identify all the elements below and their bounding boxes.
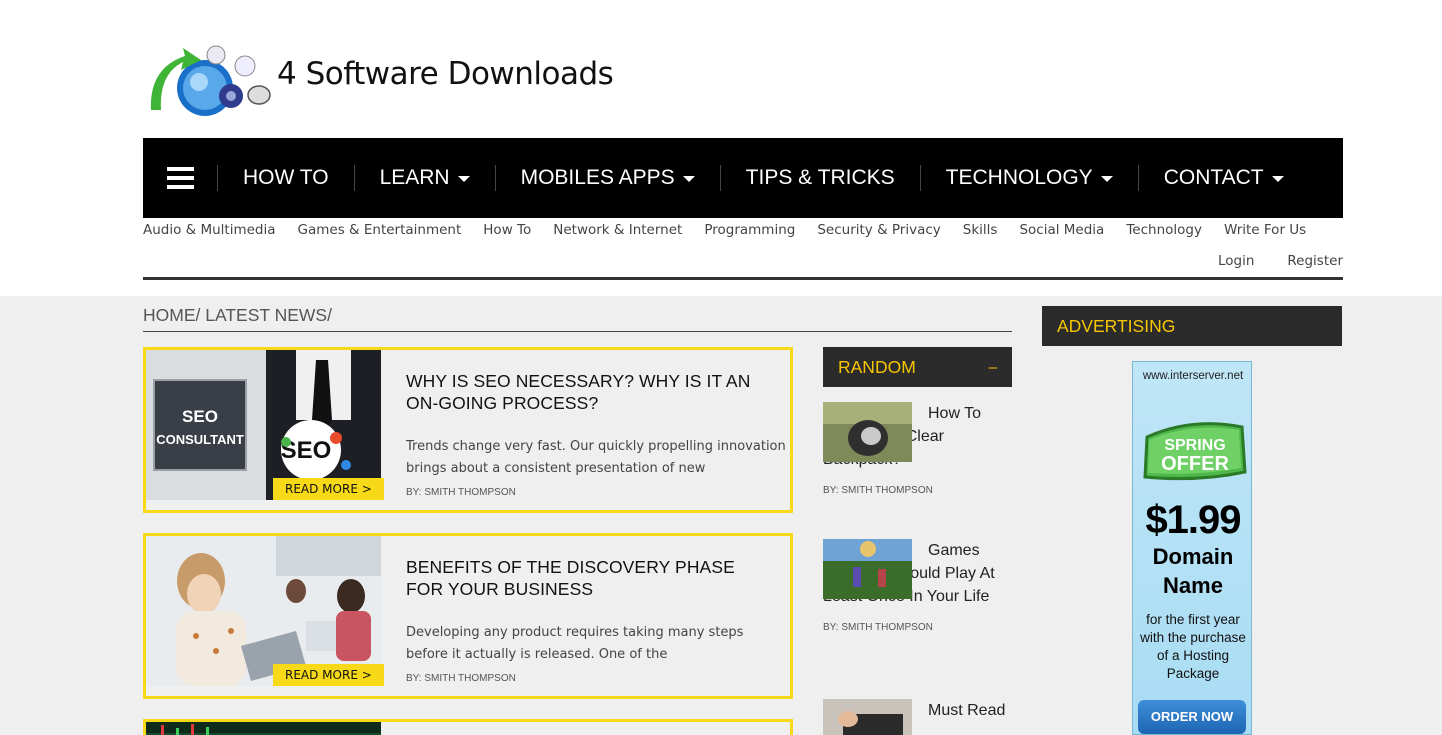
header-divider (143, 277, 1343, 280)
category-link[interactable]: Write For Us (1224, 222, 1306, 238)
thumb-text: CONSULTANT (156, 432, 244, 447)
category-link[interactable]: Audio & Multimedia (143, 222, 276, 238)
spring-offer-badge: SPRING OFFER (1143, 422, 1247, 481)
category-link[interactable]: Network & Internet (553, 222, 682, 238)
breadcrumb-divider (143, 331, 1012, 332)
category-link[interactable]: Skills (963, 222, 998, 238)
category-link[interactable]: Social Media (1019, 222, 1104, 238)
nav-contact[interactable]: CONTACT (1139, 165, 1309, 191)
collapse-toggle-button[interactable]: – (989, 359, 997, 376)
order-now-button[interactable]: ORDER NOW (1138, 700, 1246, 734)
random-item-thumbnail[interactable] (823, 699, 912, 735)
badge-text: OFFER (1161, 453, 1229, 475)
category-link[interactable]: How To (483, 222, 531, 238)
article-byline[interactable]: BY: SMITH THOMPSON (406, 487, 516, 498)
register-link[interactable]: Register (1287, 253, 1343, 269)
category-link[interactable]: Programming (704, 222, 795, 238)
article-thumbnail[interactable] (146, 722, 381, 735)
menu-icon (166, 167, 194, 189)
category-bar: Audio & Multimedia Games & Entertainment… (143, 222, 1328, 238)
random-item-byline[interactable]: BY: SMITH THOMPSON (823, 622, 1012, 633)
nav-how-to[interactable]: HOW TO (218, 165, 355, 191)
main-nav: HOW TO LEARN MOBILES APPS TIPS & TRICKS … (143, 138, 1343, 218)
login-link[interactable]: Login (1218, 253, 1254, 269)
article-byline[interactable]: BY: SMITH THOMPSON (406, 673, 516, 684)
category-link[interactable]: Games & Entertainment (298, 222, 462, 238)
random-item-byline[interactable]: BY: SMITH THOMPSON (823, 485, 1012, 496)
random-heading: RANDOM (838, 357, 916, 377)
nav-learn[interactable]: LEARN (355, 165, 496, 191)
article-title[interactable]: WHY IS SEO NECESSARY? WHY IS IT AN ON-GO… (406, 370, 776, 414)
article-excerpt: Developing any product requires taking m… (406, 625, 744, 662)
random-widget-header: RANDOM – (823, 347, 1012, 387)
advertising-heading: ADVERTISING (1057, 316, 1176, 336)
hamburger-menu-button[interactable] (143, 165, 218, 191)
nav-tips-tricks[interactable]: TIPS & TRICKS (721, 165, 921, 191)
random-item-thumbnail[interactable] (823, 539, 912, 599)
ad-url: www.interserver.net (1142, 370, 1244, 382)
caret-down-icon (1100, 176, 1113, 182)
article-card[interactable] (143, 719, 793, 735)
article-card[interactable]: READ MORE > BENEFITS OF THE DISCOVERY PH… (143, 533, 793, 699)
ad-price: $1.99 (1145, 498, 1241, 542)
auth-links: Login Register (1185, 253, 1343, 269)
badge-text: SPRING (1164, 437, 1225, 454)
random-item-thumbnail[interactable] (823, 402, 912, 462)
article-card[interactable]: SEO CONSULTANT SEO READ MORE > WHY IS SE… (143, 347, 793, 513)
caret-down-icon (457, 176, 470, 182)
thumb-text: SEO (182, 407, 218, 426)
read-more-button[interactable]: READ MORE > (273, 664, 384, 686)
random-item[interactable]: How To Decorate A Clear Backpack? BY: SM… (823, 402, 1012, 496)
site-title[interactable]: 4 Software Downloads (277, 56, 614, 92)
ad-description: for the first year with the purchase of … (1140, 612, 1246, 681)
site-logo[interactable] (143, 40, 273, 120)
article-title[interactable]: BENEFITS OF THE DISCOVERY PHASE FOR YOUR… (406, 556, 776, 600)
caret-down-icon (1271, 176, 1284, 182)
random-item[interactable]: Must Read These Tips (823, 699, 1012, 735)
advertising-header: ADVERTISING (1042, 306, 1342, 346)
caret-down-icon (682, 176, 695, 182)
category-link[interactable]: Security & Privacy (817, 222, 940, 238)
nav-mobiles-apps[interactable]: MOBILES APPS (496, 165, 721, 191)
breadcrumb[interactable]: HOME/ LATEST NEWS/ (143, 305, 332, 326)
category-link[interactable]: Technology (1126, 222, 1202, 238)
read-more-button[interactable]: READ MORE > (273, 478, 384, 500)
random-item[interactable]: Games That You Should Play At Least Once… (823, 539, 1012, 633)
ad-banner[interactable]: www.interserver.net SPRING OFFER $1.99 D… (1132, 361, 1252, 735)
article-excerpt: Trends change very fast. Our quickly pro… (406, 439, 786, 476)
ad-product: Domain Name (1152, 544, 1234, 598)
site-header: 4 Software Downloads HOW TO LEARN MOBILE… (0, 0, 1442, 296)
nav-technology[interactable]: TECHNOLOGY (921, 165, 1139, 191)
